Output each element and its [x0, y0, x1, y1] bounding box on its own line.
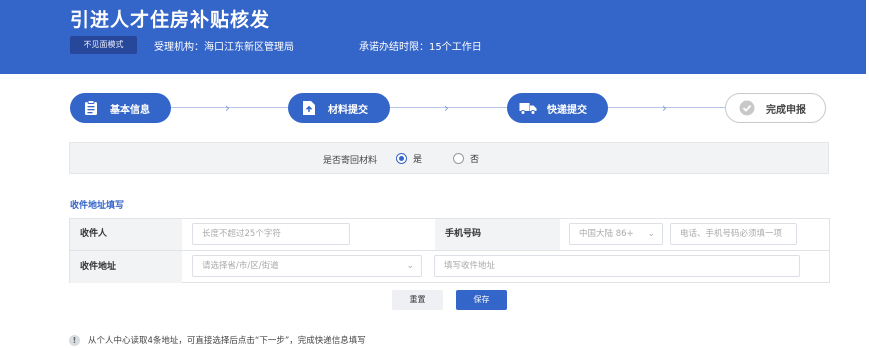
- address-form: 收件人 长度不超过25个字符 手机号码 中国大陆 86+ ⌄ 电话、手机号码必须…: [69, 218, 830, 283]
- phone-label: 手机号码: [435, 219, 560, 250]
- chevron-right-icon: ›: [662, 101, 667, 115]
- address-section-title: 收件地址填写: [70, 201, 125, 211]
- chevron-down-icon: ⌄: [406, 261, 414, 271]
- return-yes-radio[interactable]: 是: [396, 152, 422, 165]
- truck-icon: [513, 93, 543, 123]
- region-placeholder: 请选择省/市/区/街道: [202, 261, 279, 271]
- return-materials-bar: 是否寄回材料 是 否: [69, 142, 829, 174]
- recipient-label: 收件人: [70, 219, 182, 250]
- step-label: 完成申报: [766, 104, 806, 116]
- step-materials[interactable]: 材料提交: [288, 93, 390, 123]
- radio-checked-icon: [396, 153, 407, 164]
- recipient-input[interactable]: 长度不超过25个字符: [192, 223, 350, 245]
- tip-text: 从个人中心读取4条地址，可直接选择后点击“下一步”，完成快递信息填写: [88, 336, 366, 346]
- detail-address-input[interactable]: 填写收件地址: [434, 255, 800, 277]
- chevron-down-icon: ⌄: [647, 229, 655, 239]
- radio-unchecked-icon: [453, 153, 464, 164]
- form-row: 收件人 长度不超过25个字符 手机号码 中国大陆 86+ ⌄ 电话、手机号码必须…: [70, 219, 829, 251]
- radio-label: 否: [470, 155, 480, 165]
- phone-input[interactable]: 电话、手机号码必须填一项: [670, 223, 797, 245]
- agency-info: 受理机构：海口江东新区管理局: [154, 42, 294, 53]
- return-materials-question: 是否寄回材料: [323, 156, 378, 166]
- step-express[interactable]: 快递提交: [507, 93, 608, 123]
- region-select[interactable]: 请选择省/市/区/街道 ⌄: [192, 255, 422, 277]
- address-label: 收件地址: [70, 251, 182, 283]
- page-header: 引进人才住房补贴核发 不见面模式 受理机构：海口江东新区管理局 承诺办结时限：1…: [0, 0, 866, 74]
- page-title: 引进人才住房补贴核发: [70, 9, 271, 31]
- step-label: 快递提交: [547, 104, 587, 116]
- deadline-info: 承诺办结时限：15个工作日: [359, 42, 482, 53]
- reset-button[interactable]: 重置: [392, 290, 443, 310]
- progress-steps: › › › 基本信息 材料提交 快递提交 完成申报: [0, 92, 869, 124]
- country-code-select[interactable]: 中国大陆 86+ ⌄: [569, 223, 663, 245]
- return-no-radio[interactable]: 否: [453, 152, 479, 165]
- no-meeting-mode-button[interactable]: 不见面模式: [70, 36, 137, 54]
- save-button[interactable]: 保存: [456, 290, 507, 310]
- form-row: 收件地址 请选择省/市/区/街道 ⌄ 填写收件地址: [70, 251, 829, 283]
- info-icon: !: [69, 334, 80, 346]
- step-basic-info[interactable]: 基本信息: [70, 93, 171, 123]
- step-label: 材料提交: [328, 104, 368, 116]
- country-code-value: 中国大陆 86+: [579, 229, 634, 239]
- check-circle-icon: [732, 93, 762, 123]
- upload-file-icon: [294, 93, 324, 123]
- chevron-right-icon: ›: [225, 101, 230, 115]
- step-label: 基本信息: [110, 104, 150, 116]
- chevron-right-icon: ›: [444, 101, 449, 115]
- step-complete[interactable]: 完成申报: [725, 93, 826, 123]
- radio-label: 是: [413, 155, 423, 165]
- address-tip: ! 从个人中心读取4条地址，可直接选择后点击“下一步”，完成快递信息填写: [69, 334, 366, 346]
- clipboard-icon: [76, 93, 106, 123]
